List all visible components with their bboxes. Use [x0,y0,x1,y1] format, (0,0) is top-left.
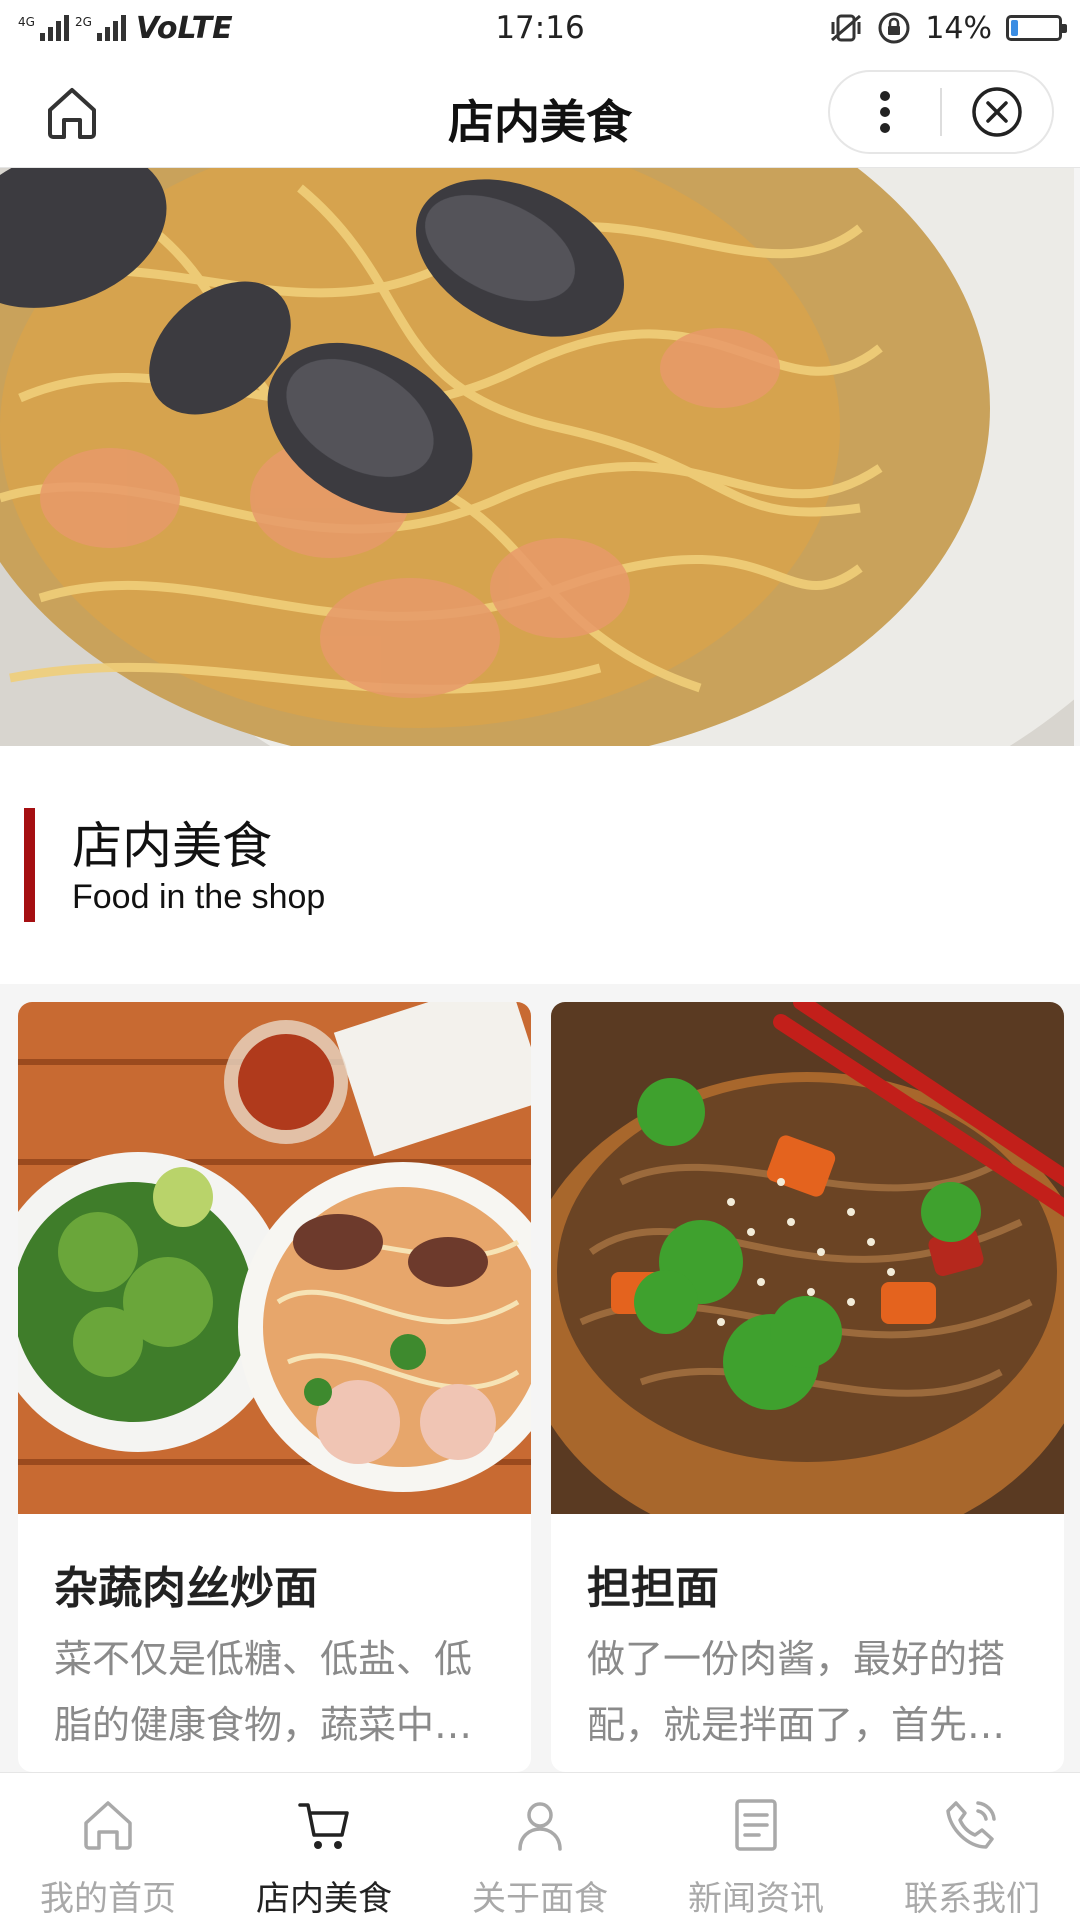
signal-icon: 4G [18,15,69,41]
food-description: 菜不仅是低糖、低盐、低脂的健康食物，蔬菜中… [54,1637,473,1747]
document-icon [735,1799,777,1851]
person-icon [518,1802,562,1851]
tab-label: 我的首页 [40,1879,176,1919]
hero-banner-image [0,168,1074,746]
section-accent-bar [24,808,35,922]
tab-home[interactable]: 我的首页 [0,1773,216,1920]
food-name: 担担面 [587,1563,719,1614]
vibrate-icon [831,14,862,42]
battery-percent: 14% [925,10,992,46]
tab-about[interactable]: 关于面食 [432,1773,648,1920]
title-bar: 店内美食 [0,56,1080,168]
tab-contact[interactable]: 联系我们 [864,1773,1080,1920]
status-right: 14% [829,10,1067,46]
food-grid: 杂蔬肉丝炒面 菜不仅是低糖、低盐、低脂的健康食物，蔬菜中… 担担面 做了一份肉酱… [18,1002,1064,1772]
home-icon [84,1801,132,1850]
signal-2-icon: 2G [75,15,126,41]
food-image [18,1002,531,1514]
more-dots-icon [880,91,890,133]
tab-food[interactable]: 店内美食 [216,1773,432,1920]
food-image [551,1002,1064,1514]
battery-icon [1006,15,1067,41]
mini-program-capsule [828,70,1054,154]
network-type-2: 2G [74,15,92,29]
rotation-lock-icon [878,12,910,44]
food-description: 做了一份肉酱，最好的搭配，就是拌面了，首先… [587,1637,1006,1747]
tab-news[interactable]: 新闻资讯 [648,1773,864,1920]
phone-icon [946,1801,996,1849]
tab-label: 新闻资讯 [688,1879,824,1919]
network-type: 4G [18,15,35,29]
cart-icon [298,1803,349,1849]
section-subtitle: Food in the shop [72,878,326,916]
bottom-tab-bar: 我的首页 店内美食 关于面食 新闻资讯 联系我们 [0,1772,1080,1920]
volte-label: VoLTE [135,10,233,46]
food-card[interactable]: 担担面 做了一份肉酱，最好的搭配，就是拌面了，首先… [551,1002,1064,1772]
more-button[interactable] [830,72,940,152]
battery-fill [1011,20,1018,36]
status-bar: 4G 2G VoLTE 17:16 14% [0,0,1080,56]
close-button[interactable] [942,72,1052,152]
section-title: 店内美食 [72,817,272,875]
food-card[interactable]: 杂蔬肉丝炒面 菜不仅是低糖、低盐、低脂的健康食物，蔬菜中… [18,1002,531,1772]
tab-label: 店内美食 [256,1879,392,1919]
tab-label: 关于面食 [472,1879,608,1919]
section-header: 店内美食 Food in the shop [0,746,1080,984]
status-left: 4G 2G VoLTE [18,11,418,46]
close-icon [972,87,1022,137]
food-name: 杂蔬肉丝炒面 [54,1563,318,1614]
tab-label: 联系我们 [904,1879,1040,1919]
